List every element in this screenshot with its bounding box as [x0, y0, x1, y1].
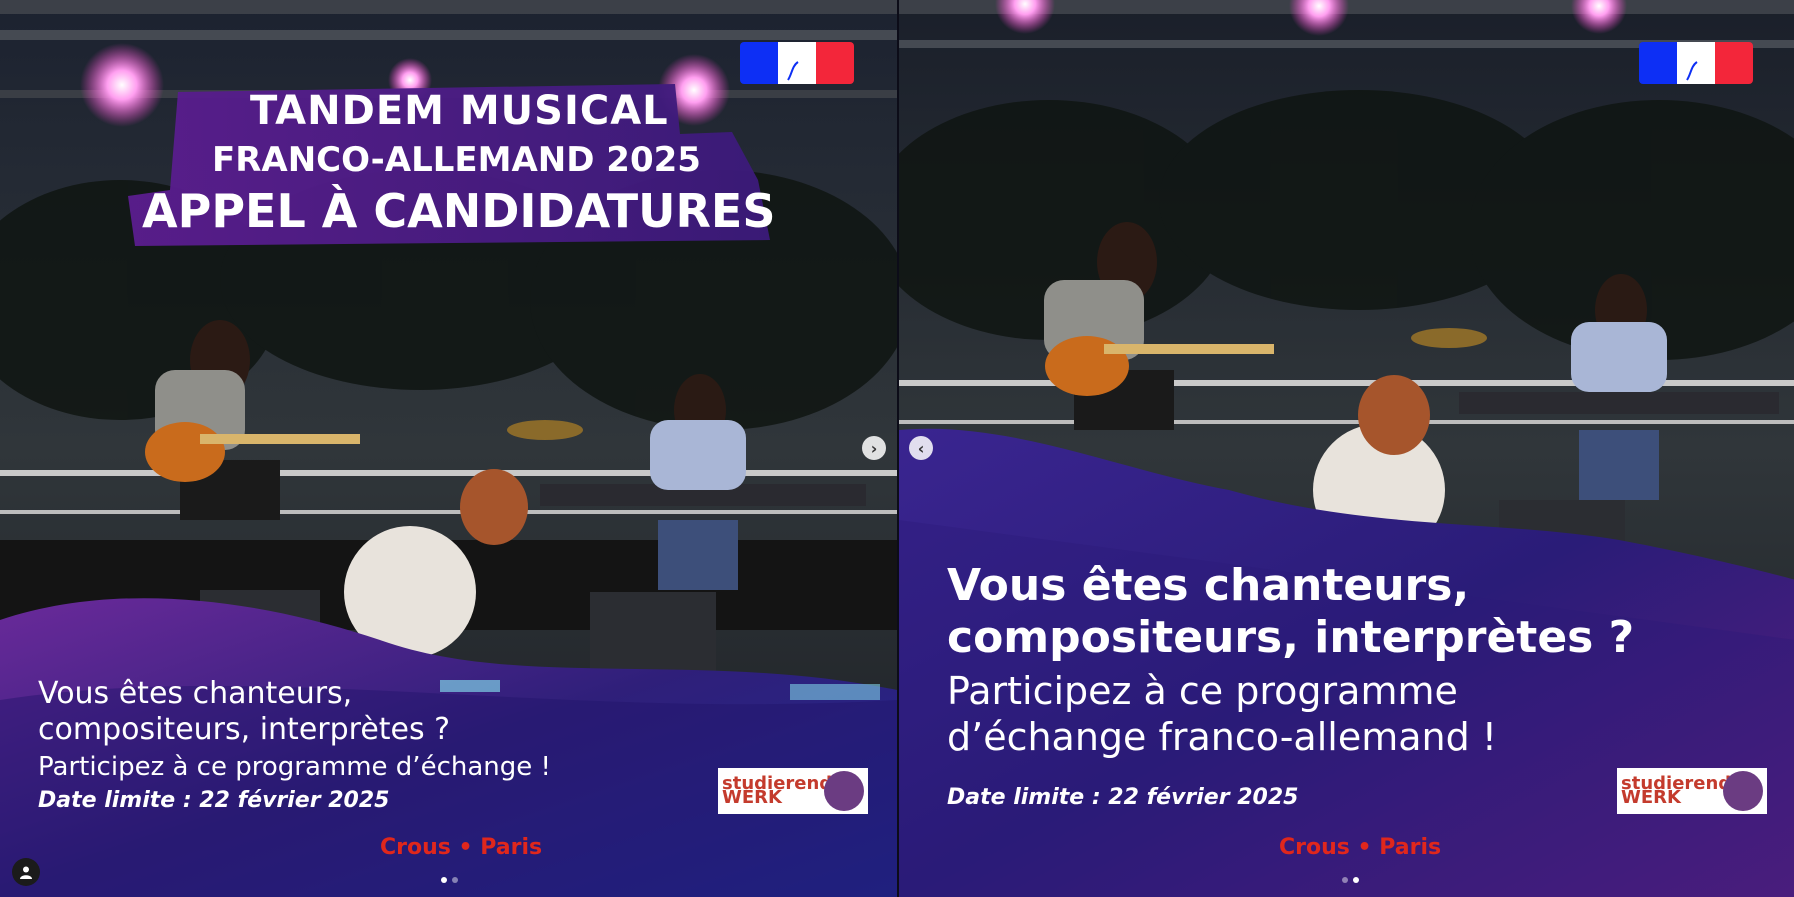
pagination-dot-2 [452, 877, 458, 883]
banner-line-3: APPEL À CANDIDATURES [142, 184, 776, 238]
caption-line-1: Vous êtes chanteurs, [947, 560, 1470, 611]
french-republic-flag-icon [740, 42, 854, 84]
pagination-dots-2 [1342, 877, 1359, 883]
studierendenwerk-logo-2: studierenden WERK [1617, 768, 1767, 814]
caption-line-2: compositeurs, interprètes ? [38, 712, 451, 747]
building-icon [824, 771, 864, 811]
caption-line-2: compositeurs, interprètes ? [947, 612, 1635, 663]
deadline-text: Date limite : 22 février 2025 [38, 788, 390, 813]
banner-line-1: TANDEM MUSICAL [250, 88, 669, 134]
title-banner: TANDEM MUSICAL FRANCO-ALLEMAND 2025 APPE… [120, 80, 780, 250]
caption-heading-2: Vous êtes chanteurs, compositeurs, inter… [947, 560, 1634, 664]
user-icon [20, 866, 32, 879]
crous-logo-text: Crous • Paris [380, 835, 543, 860]
slide-1: TANDEM MUSICAL FRANCO-ALLEMAND 2025 APPE… [0, 0, 897, 897]
pagination-dot-1 [1342, 877, 1348, 883]
stage-photo-2 [899, 0, 1794, 897]
caption-subline-2: Participez à ce programme d’échange fran… [947, 668, 1497, 760]
next-slide-button[interactable]: › [862, 436, 886, 460]
caption-line-3: Participez à ce programme [947, 669, 1458, 713]
pagination-dots [441, 877, 458, 883]
caption-line-4: d’échange franco-allemand ! [947, 715, 1498, 759]
deadline-text-2: Date limite : 22 février 2025 [947, 785, 1299, 810]
caption-line-1: Vous êtes chanteurs, [38, 676, 353, 711]
pagination-dot-2 [1353, 877, 1359, 883]
slide-2: Vous êtes chanteurs, compositeurs, inter… [897, 0, 1794, 897]
carousel: TANDEM MUSICAL FRANCO-ALLEMAND 2025 APPE… [0, 0, 1794, 897]
prev-slide-button[interactable]: ‹ [909, 436, 933, 460]
crous-logo-text-2: Crous • Paris [1279, 835, 1442, 860]
caption-subline: Participez à ce programme d’échange ! [38, 752, 551, 782]
tagged-users-button[interactable] [12, 858, 40, 886]
pagination-dot-1 [441, 877, 447, 883]
caption-heading: Vous êtes chanteurs, compositeurs, inter… [38, 676, 450, 748]
french-republic-flag-icon-2 [1639, 42, 1753, 84]
building-icon [1723, 771, 1763, 811]
studierendenwerk-logo: studierenden WERK [718, 768, 868, 814]
banner-line-2: FRANCO-ALLEMAND 2025 [212, 140, 701, 180]
